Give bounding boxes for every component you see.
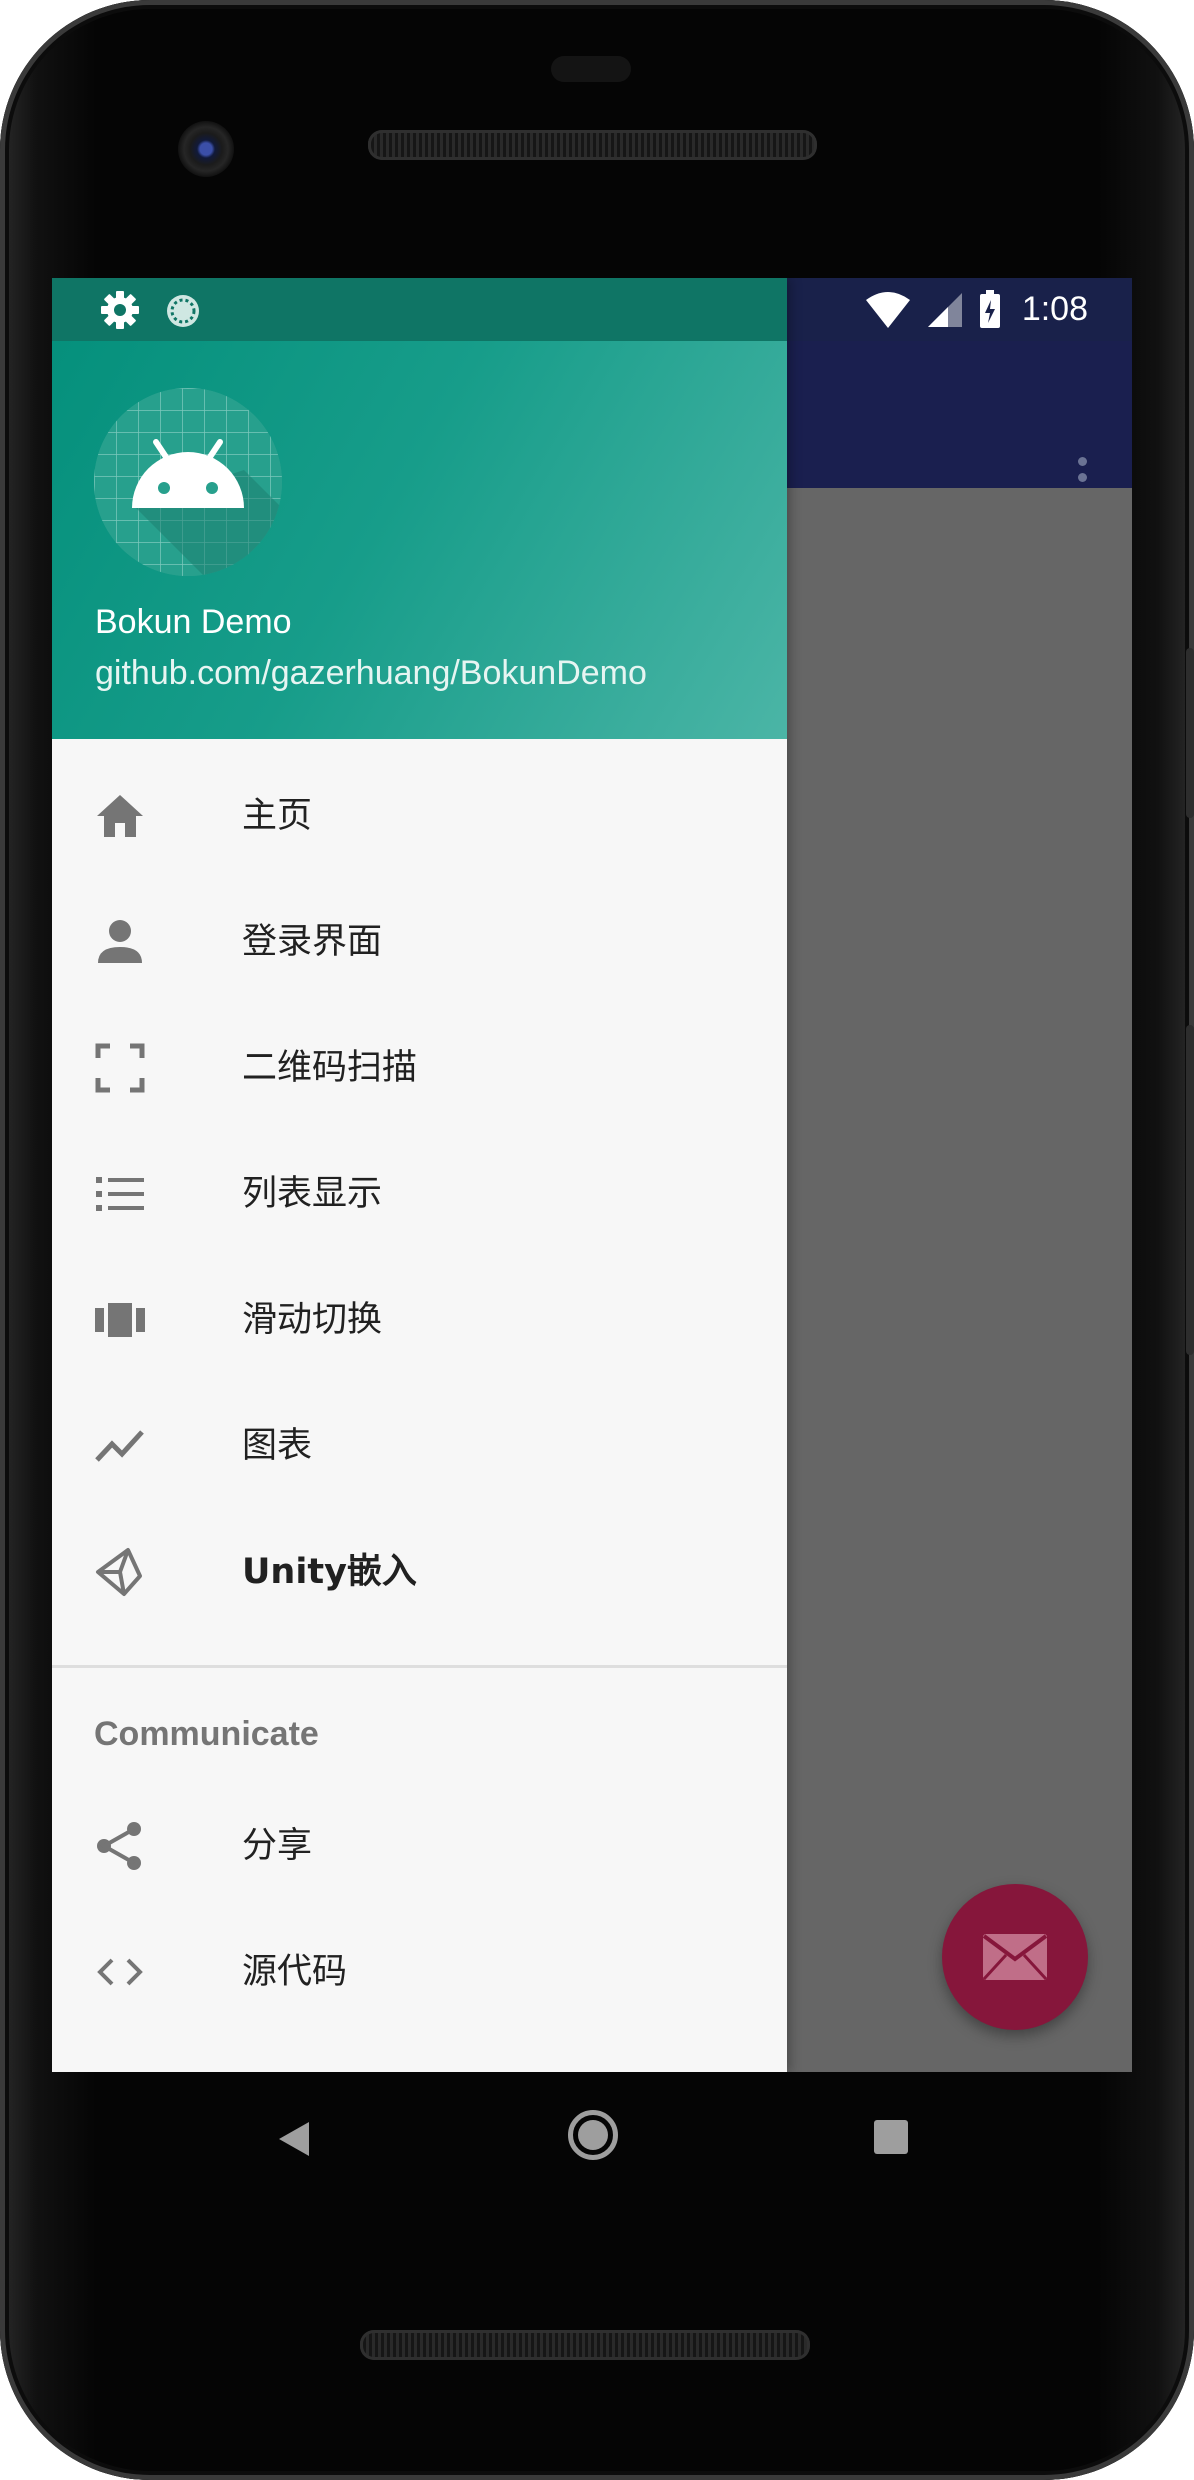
menu-item-share[interactable]: 分享 <box>52 1783 787 1909</box>
drawer-status-bar <box>52 278 787 341</box>
menu-item-qr-scan[interactable]: 二维码扫描 <box>52 1005 787 1131</box>
system-nav-bar <box>52 2072 1132 2202</box>
navigation-drawer: Bokun Demo github.com/gazerhuang/BokunDe… <box>52 278 787 2072</box>
menu-item-chart[interactable]: 图表 <box>52 1383 787 1509</box>
back-icon[interactable] <box>277 2120 311 2158</box>
drawer-divider <box>52 1665 787 1668</box>
drawer-header: Bokun Demo github.com/gazerhuang/BokunDe… <box>52 341 787 739</box>
menu-item-label: 二维码扫描 <box>242 1048 418 1088</box>
top-speaker <box>368 130 817 160</box>
menu-item-home[interactable]: 主页 <box>52 753 787 879</box>
unity-icon <box>96 1548 142 1596</box>
menu-item-unity[interactable]: Unity嵌入 <box>52 1509 787 1635</box>
volume-button <box>1186 1025 1194 1355</box>
menu-item-label: 滑动切换 <box>242 1300 383 1340</box>
proximity-sensor <box>551 56 631 82</box>
menu-item-label: 登录界面 <box>242 922 383 962</box>
drawer-title: Bokun Demo <box>95 603 292 641</box>
person-icon <box>98 920 142 963</box>
mail-icon <box>982 1934 1048 1981</box>
battery-charging-icon <box>979 289 1000 328</box>
recents-icon[interactable] <box>874 2120 908 2154</box>
menu-item-label: 主页 <box>242 796 313 836</box>
menu-item-label: 列表显示 <box>242 1174 383 1214</box>
bottom-speaker <box>360 2330 810 2360</box>
android-icon <box>94 388 282 576</box>
section-title: Communicate <box>94 1715 319 1753</box>
home-icon <box>97 795 143 837</box>
drawer-subtitle: github.com/gazerhuang/BokunDemo <box>95 654 647 692</box>
menu-item-login[interactable]: 登录界面 <box>52 879 787 1005</box>
front-camera <box>178 121 234 177</box>
mail-fab-button[interactable] <box>942 1884 1088 2030</box>
menu-item-label: 图表 <box>242 1426 313 1466</box>
avatar[interactable] <box>94 388 282 576</box>
menu-item-label: 分享 <box>242 1826 313 1866</box>
status-time: 1:08 <box>1021 290 1088 328</box>
status-right: 1:08 <box>864 278 1088 341</box>
drawer-menu-communicate: 分享 源代码 <box>52 1783 787 2035</box>
carousel-icon <box>95 1303 145 1337</box>
chart-line-icon <box>95 1430 144 1462</box>
menu-item-label: Unity嵌入 <box>242 1552 417 1592</box>
share-icon <box>97 1822 141 1870</box>
drawer-menu: 主页 登录界面 二维码扫描 列表显示 滑动切换 图表 Unity嵌入 <box>52 753 787 1635</box>
menu-item-carousel[interactable]: 滑动切换 <box>52 1257 787 1383</box>
signal-icon <box>927 292 962 327</box>
scan-frame-icon <box>95 1043 145 1093</box>
home-circle-icon[interactable] <box>568 2110 618 2160</box>
code-icon <box>97 1958 143 1986</box>
screen: 1:08 Bokun Demo github.com/gazerhuang/Bo… <box>52 278 1132 2072</box>
sync-icon <box>167 295 199 327</box>
menu-item-label: 源代码 <box>242 1952 348 1992</box>
power-button <box>1186 648 1194 818</box>
menu-item-source-code[interactable]: 源代码 <box>52 1909 787 2035</box>
settings-icon <box>101 291 139 329</box>
wifi-icon <box>865 291 910 328</box>
menu-item-list[interactable]: 列表显示 <box>52 1131 787 1257</box>
list-icon <box>96 1177 144 1211</box>
